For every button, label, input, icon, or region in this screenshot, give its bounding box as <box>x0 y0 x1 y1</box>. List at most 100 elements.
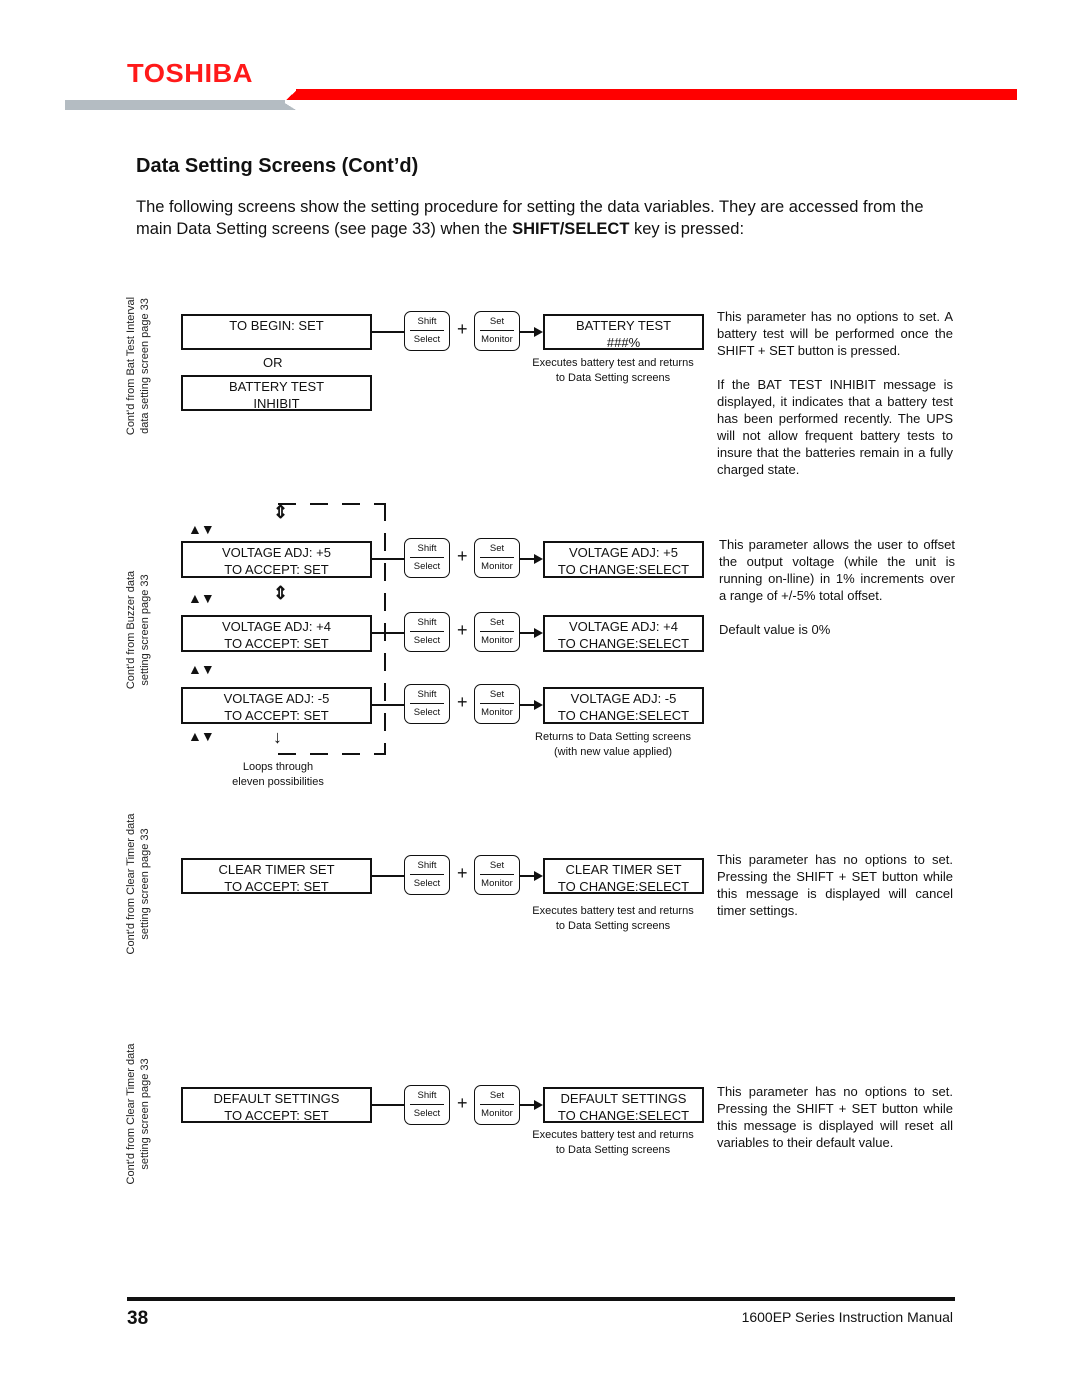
intro-key-name: SHIFT/SELECT <box>512 220 630 238</box>
key-top-label: Shift <box>410 856 444 875</box>
desc-paragraph-1: This parameter allows the user to offset… <box>719 537 955 603</box>
loop-note: Loops through eleven possibilities <box>208 760 348 790</box>
key-top-label: Set <box>480 539 514 558</box>
key-bottom-label: Monitor <box>481 707 513 718</box>
lcd-line2: ###% <box>606 335 641 350</box>
side-label-line2: data setting screen page 33 <box>139 298 151 434</box>
connector-line <box>372 632 404 634</box>
lcd-line1: BATTERY TEST <box>575 318 672 333</box>
lcd-line1: VOLTAGE ADJ: +5 <box>222 545 331 560</box>
clear-timer-note: Executes battery test and returns to Dat… <box>518 904 708 934</box>
lcd-line2: TO ACCEPT: SET <box>224 562 329 577</box>
voltage-description: This parameter allows the user to offset… <box>719 536 955 638</box>
lcd-line2: TO CHANGE:SELECT <box>557 708 690 723</box>
key-bottom-label: Monitor <box>481 635 513 646</box>
lcd-line2: INHIBIT <box>253 396 300 411</box>
set-monitor-key[interactable]: Set Monitor <box>474 311 520 351</box>
footer-rule <box>127 1297 955 1301</box>
clear-timer-section-side-label: Cont'd from Clear Timer data setting scr… <box>124 784 152 984</box>
clear-timer-description: This parameter has no options to set. Pr… <box>717 851 953 919</box>
lcd-line1: BATTERY TEST <box>228 379 325 394</box>
side-label-line1: Cont'd from Buzzer data <box>125 570 137 690</box>
voltage-change-screen: VOLTAGE ADJ: -5 TO CHANGE:SELECT <box>543 687 704 724</box>
shift-select-key[interactable]: Shift Select <box>404 538 450 578</box>
arrow-line <box>520 1104 534 1106</box>
key-bottom-label: Select <box>413 1108 441 1119</box>
lcd-line1: CLEAR TIMER SET <box>565 862 682 877</box>
set-monitor-key[interactable]: Set Monitor <box>474 1085 520 1125</box>
lcd-line2: TO ACCEPT: SET <box>224 708 329 723</box>
arrow-right-icon <box>534 871 543 881</box>
manual-title: 1600EP Series Instruction Manual <box>741 1309 953 1325</box>
bidirectional-arrow-icon: ⇕ <box>273 502 289 522</box>
header-gray-band <box>65 100 285 110</box>
shift-select-key[interactable]: Shift Select <box>404 612 450 652</box>
key-top-label: Shift <box>410 539 444 558</box>
lcd-line2: TO ACCEPT: SET <box>224 1108 329 1123</box>
lcd-line1: VOLTAGE ADJ: -5 <box>223 691 330 706</box>
up-down-arrows-icon: ▲▼ <box>188 521 215 537</box>
voltage-change-screen: VOLTAGE ADJ: +4 TO CHANGE:SELECT <box>543 615 704 652</box>
lcd-line2: TO CHANGE:SELECT <box>557 636 690 651</box>
plus-sign: + <box>457 1093 468 1113</box>
arrow-right-icon <box>534 628 543 638</box>
plus-sign: + <box>457 692 468 712</box>
plus-sign: + <box>457 319 468 339</box>
lcd-line1: DEFAULT SETTINGS <box>560 1091 687 1106</box>
side-label-line2: setting screen page 33 <box>139 1058 151 1170</box>
side-label-line1: Cont'd from Bat Test Interval <box>125 296 137 436</box>
key-bottom-label: Select <box>413 561 441 572</box>
key-bottom-label: Monitor <box>481 334 513 345</box>
arrow-right-icon <box>534 327 543 337</box>
lcd-line1: VOLTAGE ADJ: +5 <box>569 545 678 560</box>
plus-sign: + <box>457 620 468 640</box>
key-top-label: Shift <box>410 613 444 632</box>
up-down-arrows-icon: ▲▼ <box>188 728 215 744</box>
lcd-line2: TO CHANGE:SELECT <box>557 1108 690 1123</box>
note-line2: to Data Setting screens <box>555 920 671 932</box>
desc-paragraph-1: This parameter has no options to set. A … <box>717 309 953 358</box>
lcd-line2: TO CHANGE:SELECT <box>557 879 690 894</box>
set-monitor-key[interactable]: Set Monitor <box>474 612 520 652</box>
set-monitor-key[interactable]: Set Monitor <box>474 538 520 578</box>
battery-section-side-label: Cont'd from Bat Test Interval data setti… <box>124 266 152 466</box>
key-bottom-label: Monitor <box>481 1108 513 1119</box>
defaults-accept-screen: DEFAULT SETTINGS TO ACCEPT: SET <box>181 1087 372 1123</box>
shift-select-key[interactable]: Shift Select <box>404 684 450 724</box>
battery-inhibit-screen: BATTERY TEST INHIBIT <box>181 375 372 411</box>
set-monitor-key[interactable]: Set Monitor <box>474 855 520 895</box>
header-gray-band-slant <box>280 100 296 110</box>
clear-timer-change-screen: CLEAR TIMER SET TO CHANGE:SELECT <box>543 858 704 894</box>
up-down-arrows-icon: ▲▼ <box>188 590 215 606</box>
loop-dashed-bottom <box>278 753 386 755</box>
defaults-description: This parameter has no options to set. Pr… <box>717 1083 953 1151</box>
key-top-label: Shift <box>410 1086 444 1105</box>
shift-select-key[interactable]: Shift Select <box>404 855 450 895</box>
key-bottom-label: Select <box>413 635 441 646</box>
shift-select-key[interactable]: Shift Select <box>404 311 450 351</box>
battery-description: This parameter has no options to set. A … <box>717 308 953 478</box>
up-down-arrows-icon: ▲▼ <box>188 661 215 677</box>
note-line1: Loops through <box>242 761 314 773</box>
key-top-label: Set <box>480 1086 514 1105</box>
lcd-line1: VOLTAGE ADJ: +4 <box>569 619 678 634</box>
arrow-right-icon <box>534 700 543 710</box>
lcd-line2: TO ACCEPT: SET <box>224 636 329 651</box>
lcd-line1: DEFAULT SETTINGS <box>213 1091 340 1106</box>
plus-sign: + <box>457 546 468 566</box>
battery-result-screen: BATTERY TEST ###% <box>543 314 704 350</box>
set-monitor-key[interactable]: Set Monitor <box>474 684 520 724</box>
voltage-section-side-label: Cont'd from Buzzer data setting screen p… <box>124 530 152 730</box>
key-top-label: Set <box>480 856 514 875</box>
shift-select-key[interactable]: Shift Select <box>404 1085 450 1125</box>
connector-line <box>372 331 404 333</box>
bidirectional-arrow-icon: ⇕ <box>273 583 289 603</box>
header-red-band <box>296 89 1017 100</box>
battery-note: Executes battery test and returns to Dat… <box>518 356 708 386</box>
note-line2: eleven possibilities <box>232 776 324 788</box>
note-line1: Executes battery test and returns <box>532 905 694 917</box>
arrow-right-icon <box>534 554 543 564</box>
down-arrow-icon: ↓ <box>273 727 282 747</box>
key-bottom-label: Monitor <box>481 561 513 572</box>
desc-paragraph-2: Default value is 0% <box>719 622 831 637</box>
